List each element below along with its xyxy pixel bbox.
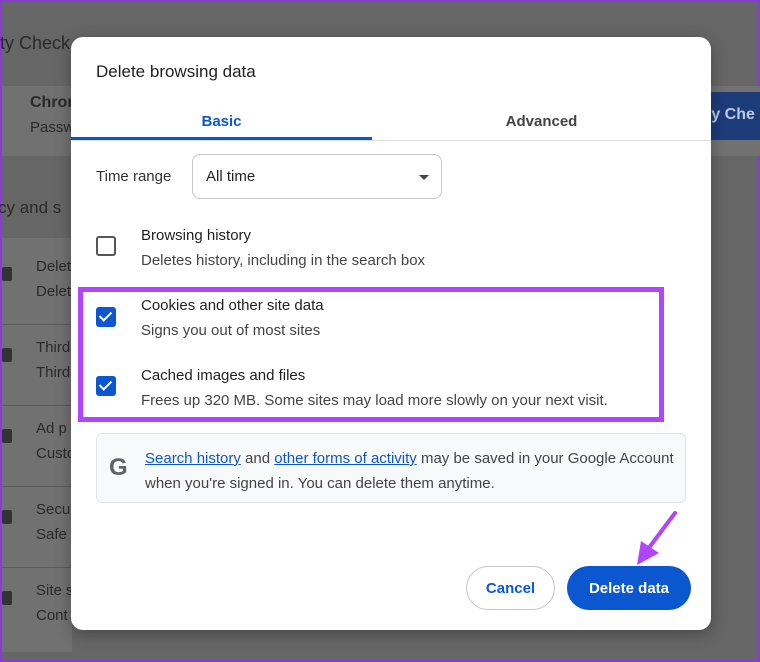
cookies-checkbox[interactable]: [96, 307, 116, 327]
cookies-title: Cookies and other site data: [141, 297, 324, 314]
cached-images-title: Cached images and files: [141, 367, 306, 384]
row-divider: [2, 486, 72, 487]
settings-row-title[interactable]: Secu: [36, 501, 70, 518]
time-range-value: All time: [206, 168, 256, 185]
browsing-history-desc: Deletes history, including in the search…: [141, 252, 426, 269]
google-account-info: G Search history and other forms of acti…: [96, 433, 686, 503]
google-g-icon: G: [109, 454, 128, 481]
browsing-history-title: Browsing history: [141, 227, 252, 244]
arrow-annotation-icon: [637, 511, 677, 565]
cookies-desc: Signs you out of most sites: [141, 322, 321, 339]
dialog-title: Delete browsing data: [96, 62, 256, 81]
dropdown-caret-icon: [419, 175, 429, 180]
info-text: Search history and other forms of activi…: [145, 446, 675, 496]
settings-row-title[interactable]: Third: [36, 339, 70, 356]
time-range-select[interactable]: All time: [192, 154, 442, 199]
safety-card-subtitle: Passw: [30, 119, 75, 136]
search-history-link[interactable]: Search history: [145, 450, 241, 467]
settings-row-icon: [2, 348, 12, 362]
tab-basic[interactable]: Basic: [71, 101, 372, 141]
settings-row-icon: [2, 429, 12, 443]
safety-check-heading: ty Check: [0, 33, 71, 53]
row-divider: [2, 567, 72, 568]
settings-row-subtitle: Cont: [36, 607, 68, 624]
settings-row-subtitle: Safe: [36, 526, 67, 543]
settings-row-subtitle: Third: [36, 364, 71, 381]
row-divider: [2, 405, 72, 406]
tab-advanced[interactable]: Advanced: [372, 101, 711, 141]
row-divider: [2, 324, 72, 325]
browsing-history-checkbox[interactable]: [96, 236, 116, 256]
cancel-button[interactable]: Cancel: [466, 566, 555, 610]
settings-row-icon: [2, 591, 12, 605]
cached-images-checkbox[interactable]: [96, 376, 116, 396]
time-range-label: Time range: [96, 168, 172, 185]
delete-browsing-data-dialog: Delete browsing data Basic Advanced Time…: [71, 37, 711, 630]
settings-row-title[interactable]: Site s: [36, 582, 74, 599]
other-activity-link[interactable]: other forms of activity: [274, 450, 417, 467]
settings-row-title[interactable]: Ad p: [36, 420, 67, 437]
info-and: and: [240, 450, 275, 467]
delete-data-button[interactable]: Delete data: [567, 566, 691, 610]
tab-divider: [71, 140, 711, 141]
settings-row-icon: [2, 510, 12, 524]
privacy-heading: cy and s: [0, 198, 62, 217]
settings-row-title[interactable]: Delet: [36, 258, 71, 275]
settings-row-subtitle: Delet: [36, 283, 72, 300]
cached-images-desc: Frees up 320 MB. Some sites may load mor…: [141, 392, 608, 409]
settings-row-icon: [2, 267, 12, 281]
settings-row-subtitle: Custo: [36, 445, 76, 462]
